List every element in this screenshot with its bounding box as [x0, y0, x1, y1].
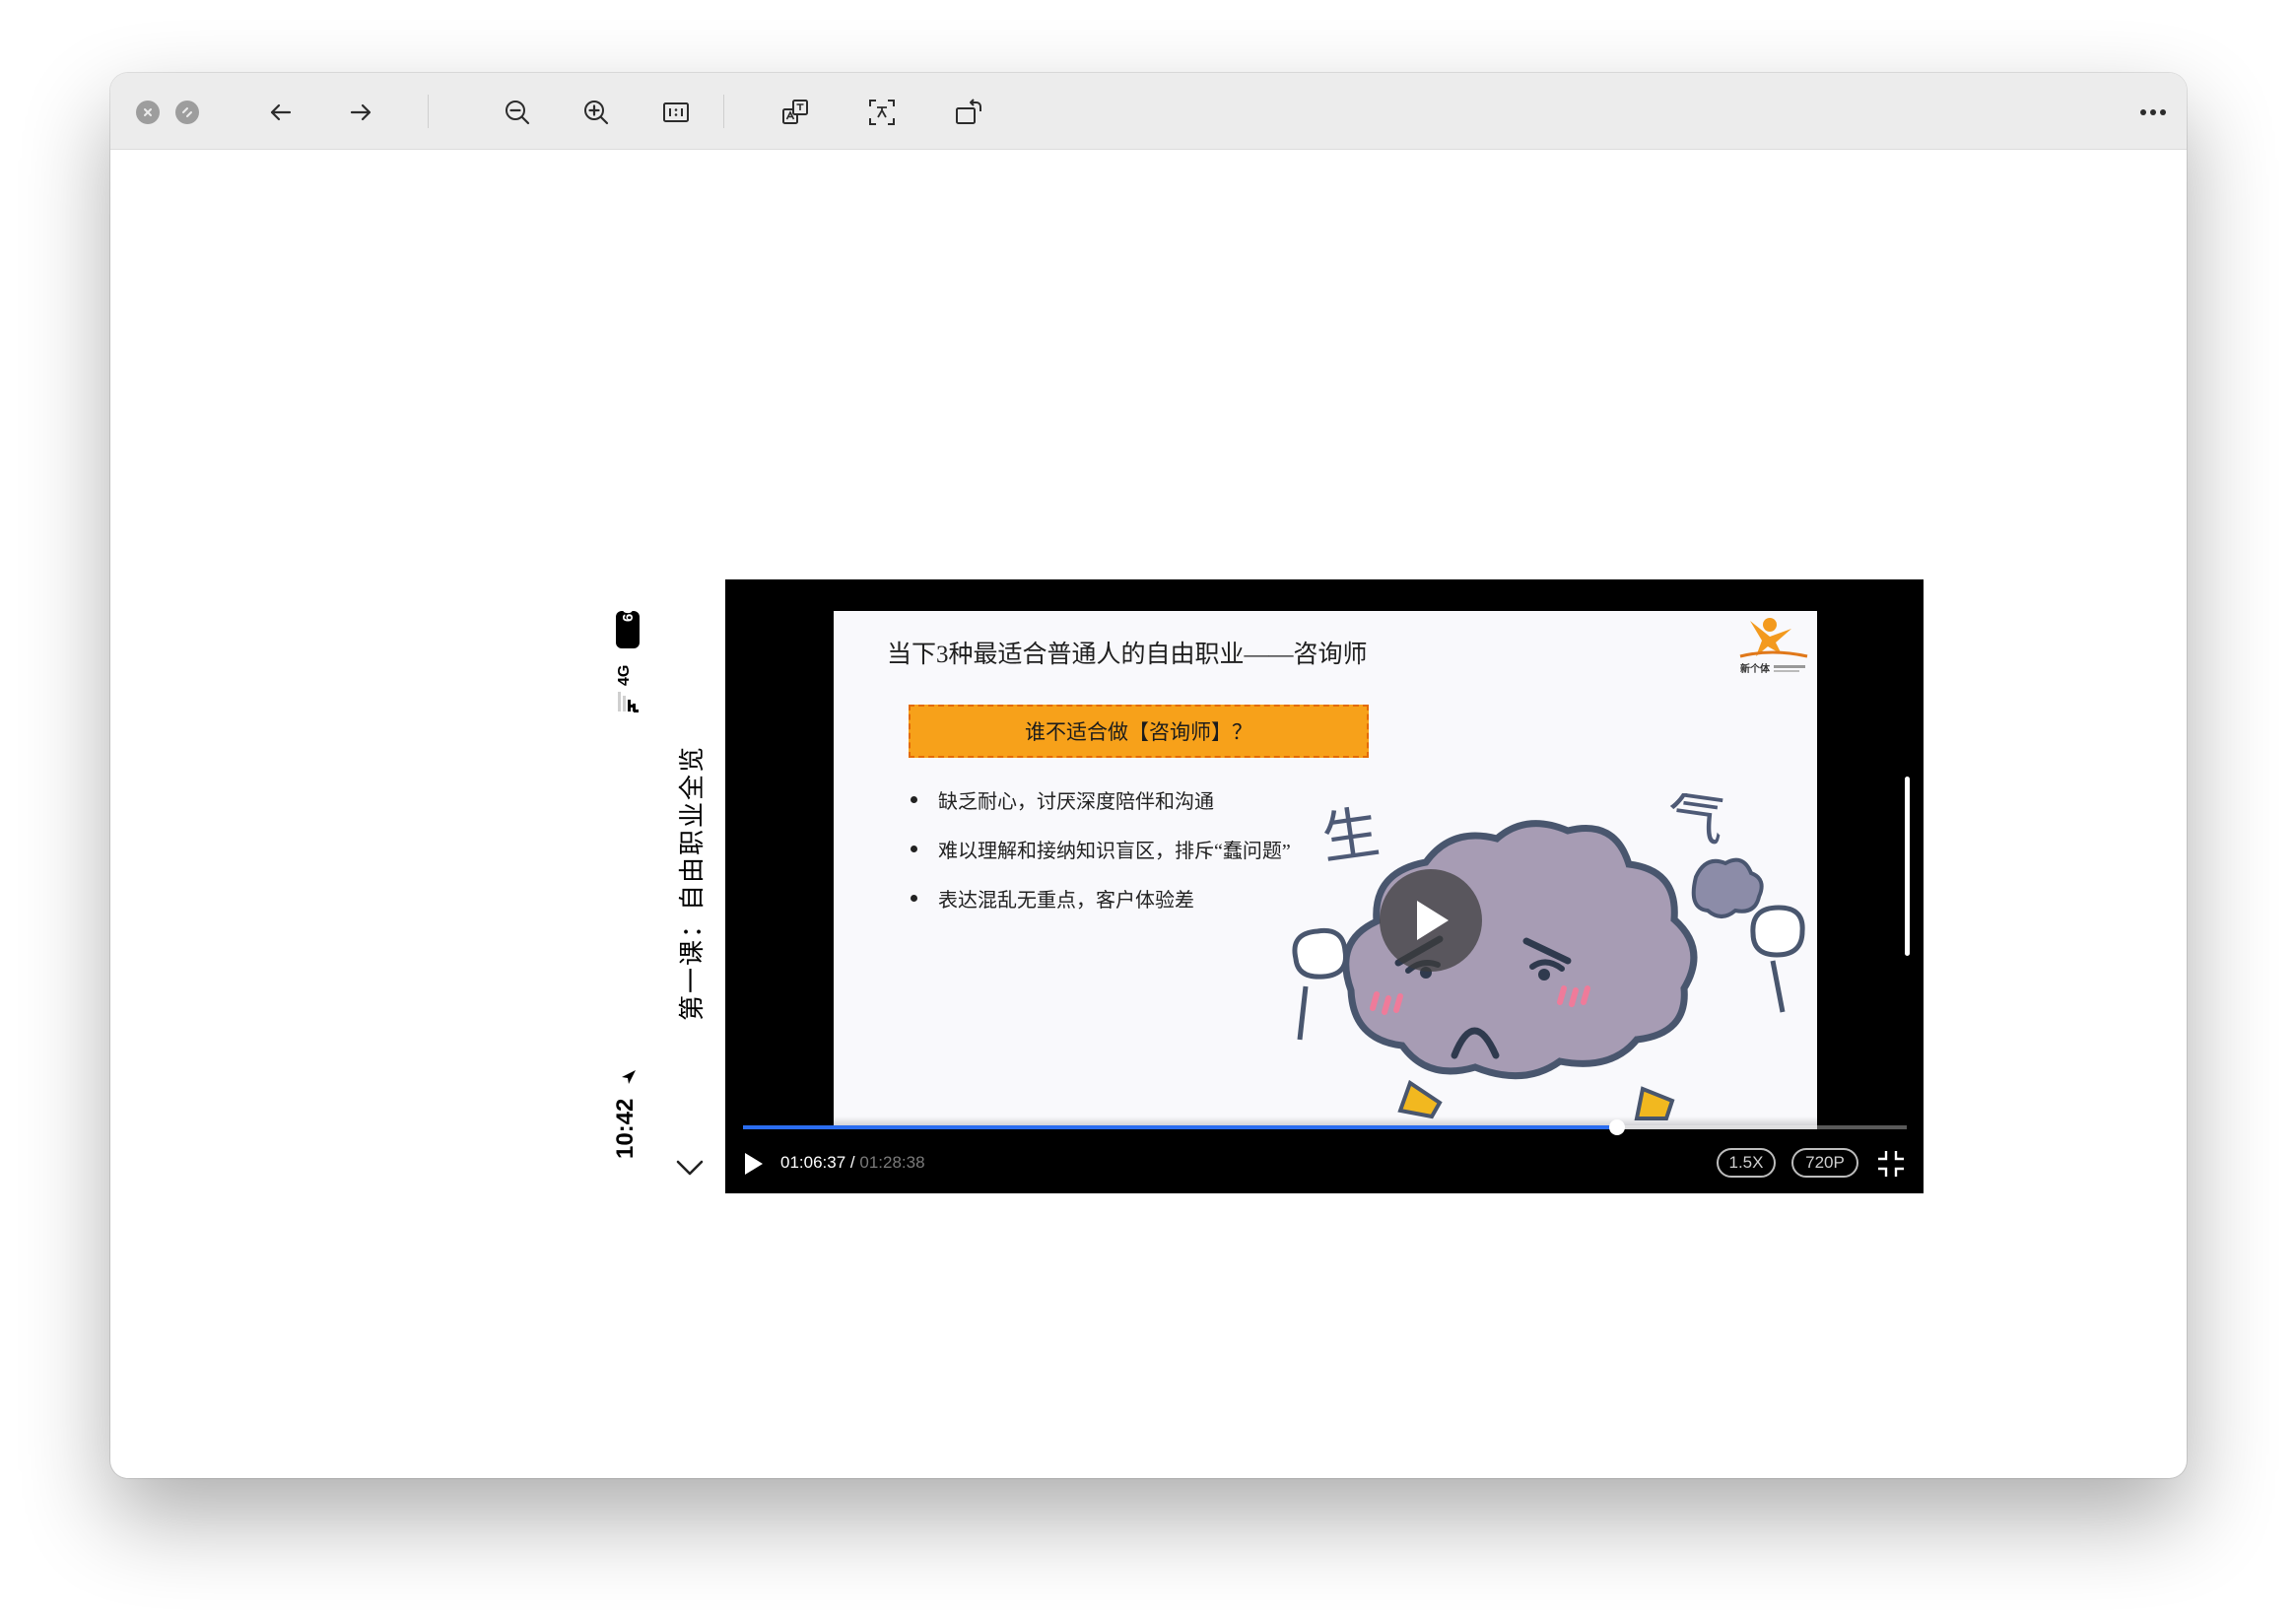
bullet-item: 难以理解和接纳知识盲区，排斥“蠢问题”	[911, 824, 1291, 873]
battery-level: 66	[619, 604, 637, 622]
time-separator: /	[845, 1153, 860, 1172]
chevron-down-icon[interactable]	[675, 1157, 705, 1179]
arrow-right-icon	[350, 103, 371, 121]
zoom-in-button[interactable]	[575, 92, 617, 133]
brand-logo: 新个体	[1739, 618, 1808, 675]
slide-banner: 谁不适合做【咨询师】？	[909, 705, 1369, 758]
bullet-dot	[911, 795, 917, 803]
current-time: 01:06:37	[780, 1153, 846, 1172]
forward-button[interactable]	[340, 92, 381, 133]
time-display: 01:06:37 / 01:28:38	[780, 1153, 925, 1173]
image-viewer-window: 66 4G 10:42 第一课：自由职业全览 当下3种最适合普通人的自由职业——…	[110, 73, 2187, 1478]
slide-title: 当下3种最适合普通人的自由职业——咨询师	[887, 642, 1368, 668]
quality-button[interactable]: 720P	[1791, 1148, 1858, 1178]
exit-fullscreen-icon[interactable]	[1876, 1149, 1906, 1179]
bullet-dot	[911, 894, 917, 902]
course-title: 第一课：自由职业全览	[677, 744, 707, 1021]
bullet-dot	[911, 845, 917, 852]
translate-icon	[782, 100, 808, 124]
center-play-button[interactable]	[1380, 869, 1482, 972]
actual-size-icon	[663, 102, 689, 122]
bullet-item: 表达混乱无重点，客户体验差	[911, 873, 1291, 922]
more-icon	[2140, 109, 2166, 115]
zoom-out-icon	[506, 101, 530, 125]
close-button[interactable]	[136, 101, 160, 124]
text-recognition-button[interactable]	[861, 92, 903, 133]
rotate-icon	[956, 99, 981, 124]
back-button[interactable]	[260, 92, 302, 133]
angry-cloud-illustration: 生 气	[1292, 793, 1805, 1120]
status-time: 10:42	[612, 1098, 639, 1159]
play-icon	[1417, 901, 1449, 940]
actual-size-button[interactable]	[655, 92, 697, 133]
zoom-out-button[interactable]	[497, 92, 538, 133]
location-arrow-icon	[622, 1070, 636, 1084]
total-time: 01:28:38	[859, 1153, 925, 1172]
progress-bar[interactable]	[743, 1119, 1907, 1135]
logo-text: 新个体	[1740, 662, 1771, 675]
network-type: 4G	[616, 664, 633, 686]
bullet-text: 难以理解和接纳知识盲区，排斥“蠢问题”	[938, 840, 1291, 862]
toolbar-divider	[428, 95, 429, 128]
bullet-item: 缺乏耐心，讨厌深度陪伴和沟通	[911, 775, 1291, 824]
more-button[interactable]	[2132, 92, 2174, 133]
bullet-text: 缺乏耐心，讨厌深度陪伴和沟通	[938, 790, 1214, 813]
fullscreen-icon	[182, 107, 192, 117]
brightness-slider[interactable]	[1905, 777, 1910, 956]
bullet-list: 缺乏耐心，讨厌深度陪伴和沟通 难以理解和接纳知识盲区，排斥“蠢问题” 表达混乱无…	[911, 775, 1291, 922]
fullscreen-button[interactable]	[175, 101, 199, 124]
toolbar-divider	[723, 95, 724, 128]
play-icon	[745, 1153, 763, 1175]
video-player[interactable]: 当下3种最适合普通人的自由职业——咨询师 新个体 谁不适合做【咨询师】？ 缺乏耐…	[725, 579, 1924, 1193]
bullet-text: 表达混乱无重点，客户体验差	[938, 889, 1194, 912]
speed-button[interactable]: 1.5X	[1717, 1148, 1776, 1178]
battery-indicator: 66	[616, 605, 640, 648]
arrow-left-icon	[270, 103, 292, 121]
art-text-right: 气	[1662, 793, 1728, 854]
rotate-button[interactable]	[948, 92, 989, 133]
slide-frame: 当下3种最适合普通人的自由职业——咨询师 新个体 谁不适合做【咨询师】？ 缺乏耐…	[834, 611, 1817, 1129]
play-pause-button[interactable]	[743, 1151, 765, 1177]
translate-button[interactable]	[775, 92, 816, 133]
art-text-left: 生	[1317, 798, 1384, 872]
close-icon	[144, 108, 152, 116]
signal-icon	[618, 692, 639, 712]
zoom-in-icon	[584, 101, 609, 125]
progress-knob[interactable]	[1608, 1119, 1625, 1135]
text-recognition-icon	[869, 100, 895, 125]
progress-fill	[743, 1125, 1617, 1129]
toolbar	[110, 73, 2187, 150]
